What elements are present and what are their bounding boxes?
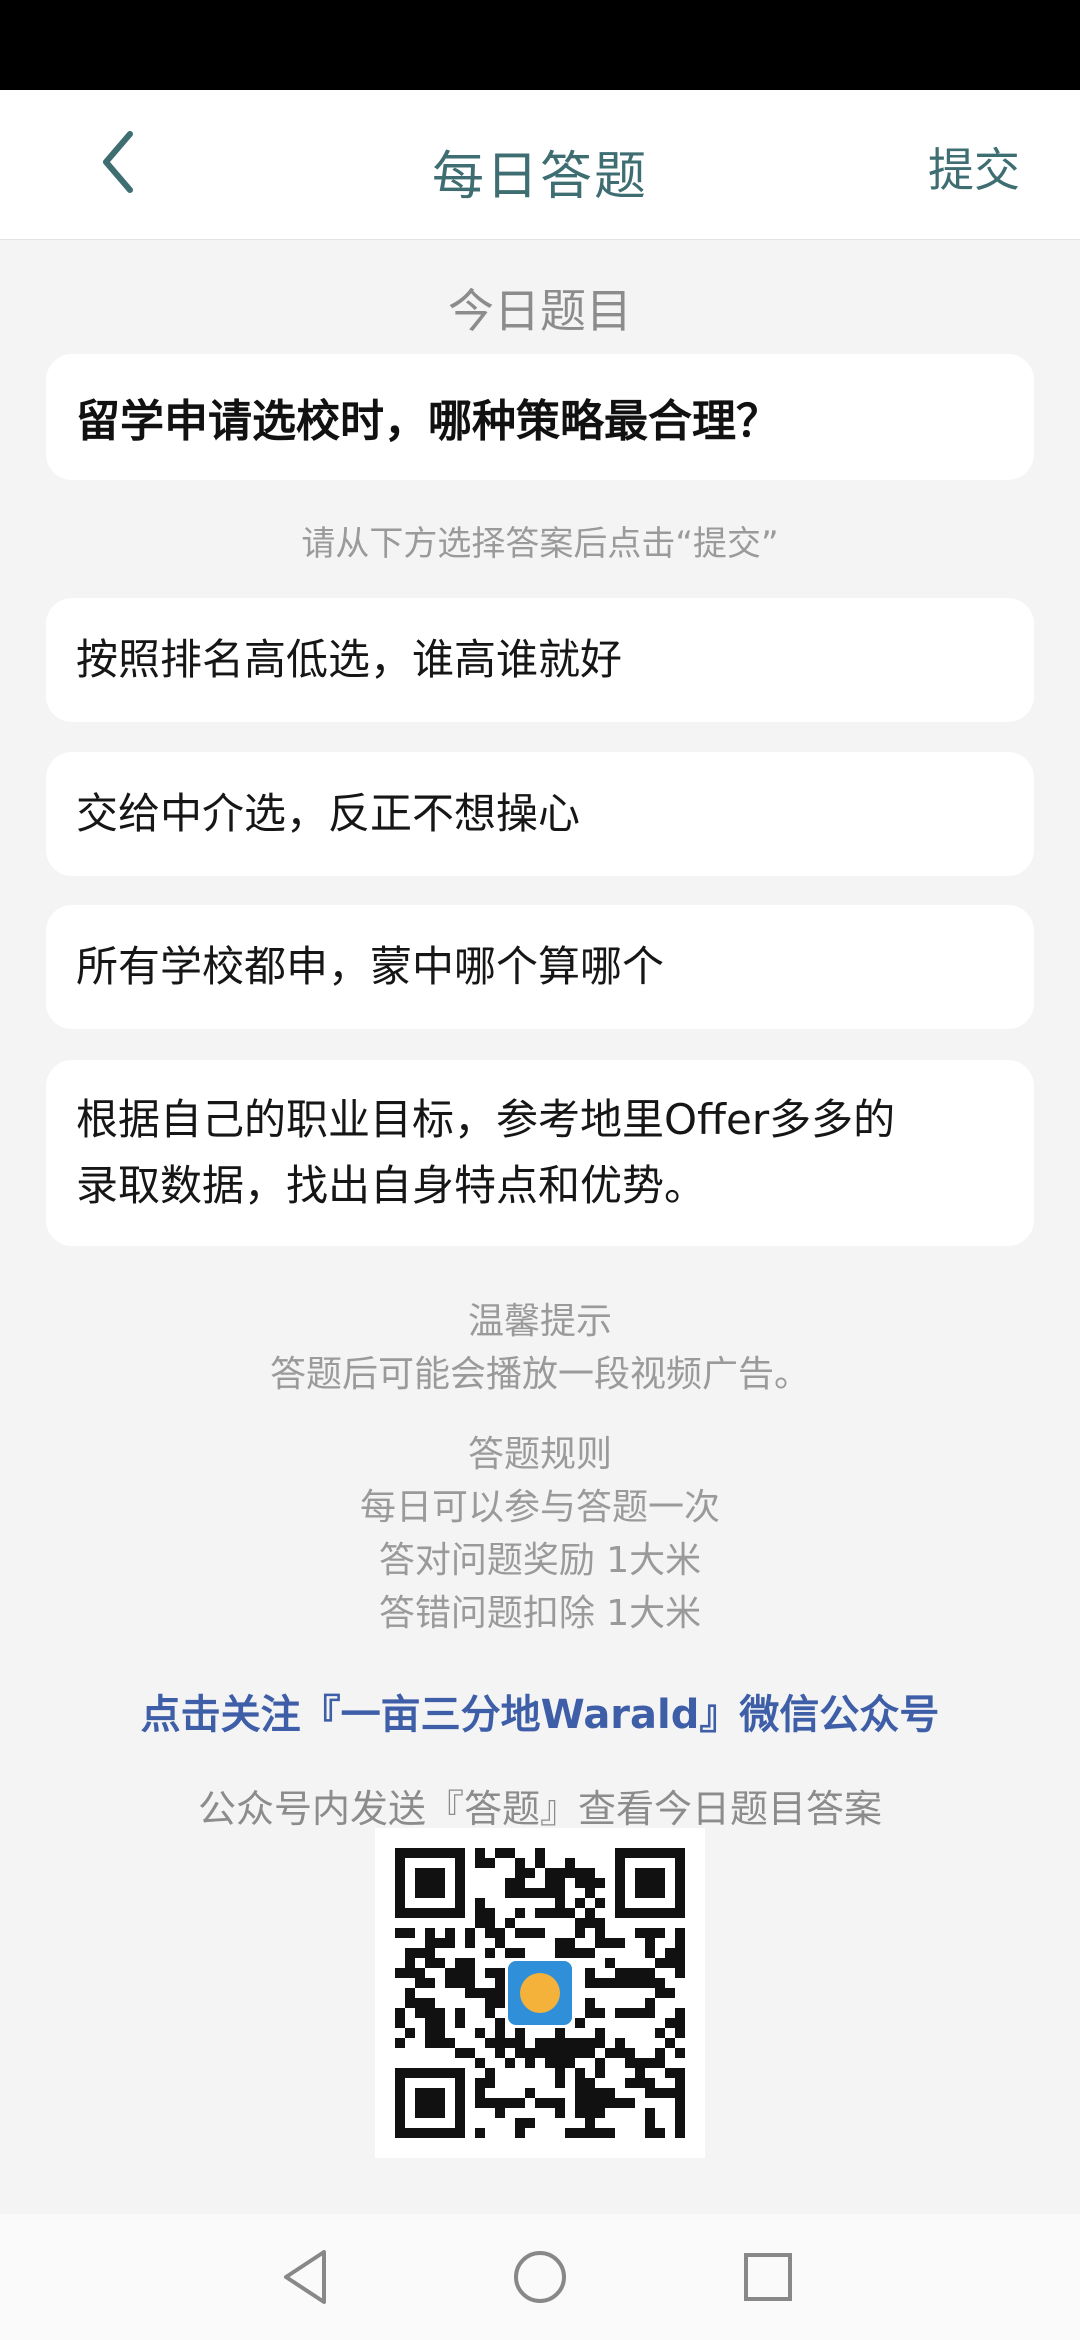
qr-code-image (395, 1848, 685, 2138)
answer-option-3[interactable]: 所有学校都申，蒙中哪个算哪个 (46, 905, 1034, 1029)
nav-home-button[interactable] (505, 2242, 575, 2312)
rules-line: 每日可以参与答题一次 (359, 1487, 720, 1528)
answer-option-1[interactable]: 按照排名高低选，谁高谁就好 (46, 598, 1034, 722)
answer-option-4[interactable]: 根据自己的职业目标，参考地里Offer多多的 录取数据，找出自身特点和优势。 (46, 1060, 1034, 1246)
answer-option-text: 所有学校都申，蒙中哪个算哪个 (76, 942, 665, 991)
answer-option-text: 根据自己的职业目标，参考地里Offer多多的 录取数据，找出自身特点和优势。 (76, 1087, 895, 1219)
navigation-bar (0, 2214, 1080, 2340)
rules-section: 答题规则 每日可以参与答题一次 答对问题奖励 1大米 答错问题扣除 1大米 (0, 1428, 1080, 1640)
rules-line: 答对问题奖励 1大米 (378, 1540, 702, 1581)
section-label: 今日题目 (448, 284, 632, 338)
rules-line: 答错问题扣除 1大米 (378, 1593, 702, 1634)
header: 每日答题 提交 (0, 90, 1080, 240)
answer-option-line-1: 根据自己的职业目标，参考地里Offer多多的 (76, 1095, 896, 1144)
question-text: 留学申请选校时，哪种策略最合理？ (76, 396, 780, 447)
rules-title: 答题规则 (467, 1434, 612, 1475)
nav-back-button[interactable] (272, 2242, 342, 2312)
tips-title: 温馨提示 (467, 1301, 612, 1342)
page-title: 每日答题 (431, 147, 648, 207)
nav-recents-icon (744, 2253, 792, 2301)
status-bar (0, 0, 1080, 90)
question-card: 留学申请选校时，哪种策略最合理？ (46, 354, 1034, 480)
submit-button[interactable]: 提交 (928, 134, 1020, 200)
hint-text: 请从下方选择答案后点击“提交” (301, 524, 779, 564)
qr-code (375, 1828, 705, 2158)
answer-option-text: 交给中介选，反正不想操心 (76, 789, 581, 838)
nav-home-icon (514, 2251, 566, 2303)
nav-recents-button[interactable] (733, 2242, 803, 2312)
send-tip: 公众号内发送『答题』查看今日题目答案 (197, 1787, 882, 1831)
answer-option-line-2: 录取数据，找出自身特点和优势。 (76, 1161, 707, 1210)
nav-back-icon (284, 2250, 326, 2304)
tips-text: 答题后可能会播放一段视频广告。 (269, 1354, 810, 1395)
answer-option-text: 按照排名高低选，谁高谁就好 (76, 635, 623, 684)
follow-wechat-link[interactable]: 点击关注『一亩三分地Warald』微信公众号 (0, 1682, 1080, 1740)
answer-option-2[interactable]: 交给中介选，反正不想操心 (46, 752, 1034, 876)
tips-section: 温馨提示 答题后可能会播放一段视频广告。 (0, 1295, 1080, 1401)
